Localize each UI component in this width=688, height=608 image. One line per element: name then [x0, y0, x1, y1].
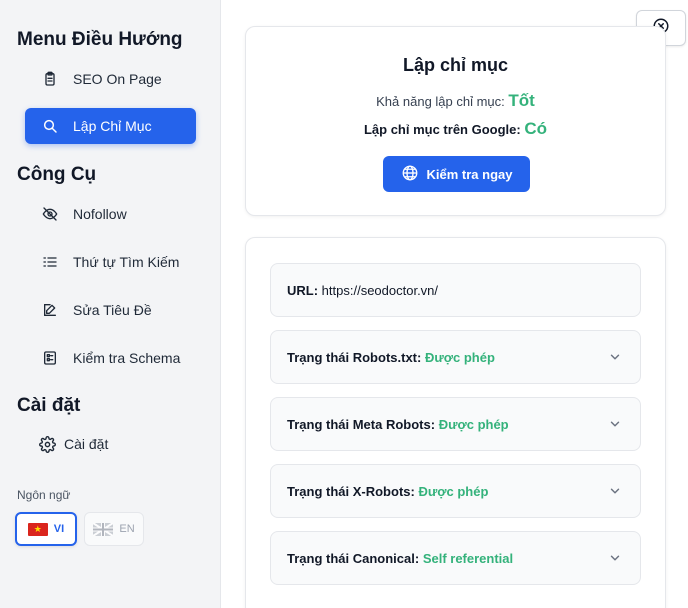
status-label: Trạng thái Robots.txt: — [287, 349, 422, 365]
indexability-line: Khả năng lập chỉ mục: Tốt — [246, 91, 665, 111]
sidebar-item-label: Sửa Tiêu Đề — [73, 302, 152, 318]
indexing-summary-card: Lập chỉ mục Khả năng lập chỉ mục: Tốt Lậ… — [245, 26, 666, 216]
language-vi-button[interactable]: ★ VI — [15, 512, 77, 546]
status-label: Trạng thái Meta Robots: — [287, 416, 436, 432]
indexability-value: Tốt — [508, 91, 535, 110]
sidebar-item-label: Lập Chỉ Mục — [73, 118, 152, 134]
clipboard-icon — [41, 70, 59, 88]
status-value: Được phép — [418, 483, 489, 499]
chevron-down-icon — [608, 417, 622, 431]
sidebar-item-label: Cài đặt — [64, 436, 109, 452]
indexability-label: Khả năng lập chỉ mục: — [376, 94, 505, 109]
status-value: Được phép — [424, 349, 495, 365]
sidebar-item-indexing[interactable]: Lập Chỉ Mục — [25, 108, 196, 144]
google-index-label: Lập chỉ mục trên Google: — [363, 122, 521, 137]
x-robots-row[interactable]: Trạng thái X-Robots: Được phép — [270, 464, 641, 518]
sidebar-item-edit-title[interactable]: Sửa Tiêu Đề — [25, 292, 196, 328]
chevron-down-icon — [608, 484, 622, 498]
sidebar-item-seo-on-page[interactable]: SEO On Page — [25, 61, 196, 97]
url-label: URL: — [287, 282, 319, 298]
page-title: Lập chỉ mục — [402, 55, 509, 75]
status-label: Trạng thái Canonical: — [287, 550, 420, 566]
sidebar: Menu Điều Hướng SEO On Page Lập Chỉ Mục … — [0, 0, 221, 608]
check-now-button[interactable]: Kiểm tra ngay — [383, 156, 530, 192]
uk-flag-icon — [92, 521, 114, 537]
google-index-value: Có — [524, 119, 548, 138]
sidebar-item-schema[interactable]: Kiểm tra Schema — [25, 340, 196, 376]
sidebar-item-label: SEO On Page — [73, 71, 162, 87]
eye-off-icon — [41, 205, 59, 223]
sidebar-item-label: Thứ tự Tìm Kiếm — [73, 254, 180, 270]
nav-section-title: Menu Điều Hướng — [17, 29, 183, 50]
sidebar-item-nofollow[interactable]: Nofollow — [25, 196, 196, 232]
gear-icon — [38, 435, 56, 453]
search-icon — [41, 117, 59, 135]
language-code: EN — [119, 523, 135, 535]
indexing-details-card: URL: https://seodoctor.vn/ Trạng thái Ro… — [245, 237, 666, 608]
google-index-line: Lập chỉ mục trên Google: Có — [246, 119, 665, 139]
sidebar-item-search-order[interactable]: Thứ tự Tìm Kiếm — [25, 244, 196, 280]
canonical-row[interactable]: Trạng thái Canonical: Self referential — [270, 531, 641, 585]
schema-icon — [41, 349, 59, 367]
sidebar-item-label: Nofollow — [73, 206, 127, 222]
sidebar-item-label: Kiểm tra Schema — [73, 350, 181, 366]
settings-section-title: Cài đặt — [17, 395, 81, 416]
status-value: Được phép — [438, 416, 509, 432]
tools-section-title: Công Cụ — [17, 164, 97, 185]
list-ordered-icon — [41, 253, 59, 271]
url-row: URL: https://seodoctor.vn/ — [270, 263, 641, 317]
chevron-down-icon — [608, 551, 622, 565]
robots-txt-row[interactable]: Trạng thái Robots.txt: Được phép — [270, 330, 641, 384]
globe-icon — [401, 164, 419, 185]
meta-robots-row[interactable]: Trạng thái Meta Robots: Được phép — [270, 397, 641, 451]
status-value: Self referential — [422, 550, 514, 566]
status-label: Trạng thái X-Robots: — [287, 483, 415, 499]
vietnam-flag-icon: ★ — [27, 522, 48, 536]
language-code: VI — [53, 523, 65, 535]
chevron-down-icon — [608, 350, 622, 364]
language-en-button[interactable]: EN — [84, 512, 144, 546]
url-value: https://seodoctor.vn/ — [321, 282, 439, 298]
sidebar-item-settings[interactable]: Cài đặt — [38, 433, 108, 455]
language-label: Ngôn ngữ — [17, 488, 71, 502]
edit-icon — [41, 301, 59, 319]
check-now-label: Kiểm tra ngay — [426, 166, 513, 182]
